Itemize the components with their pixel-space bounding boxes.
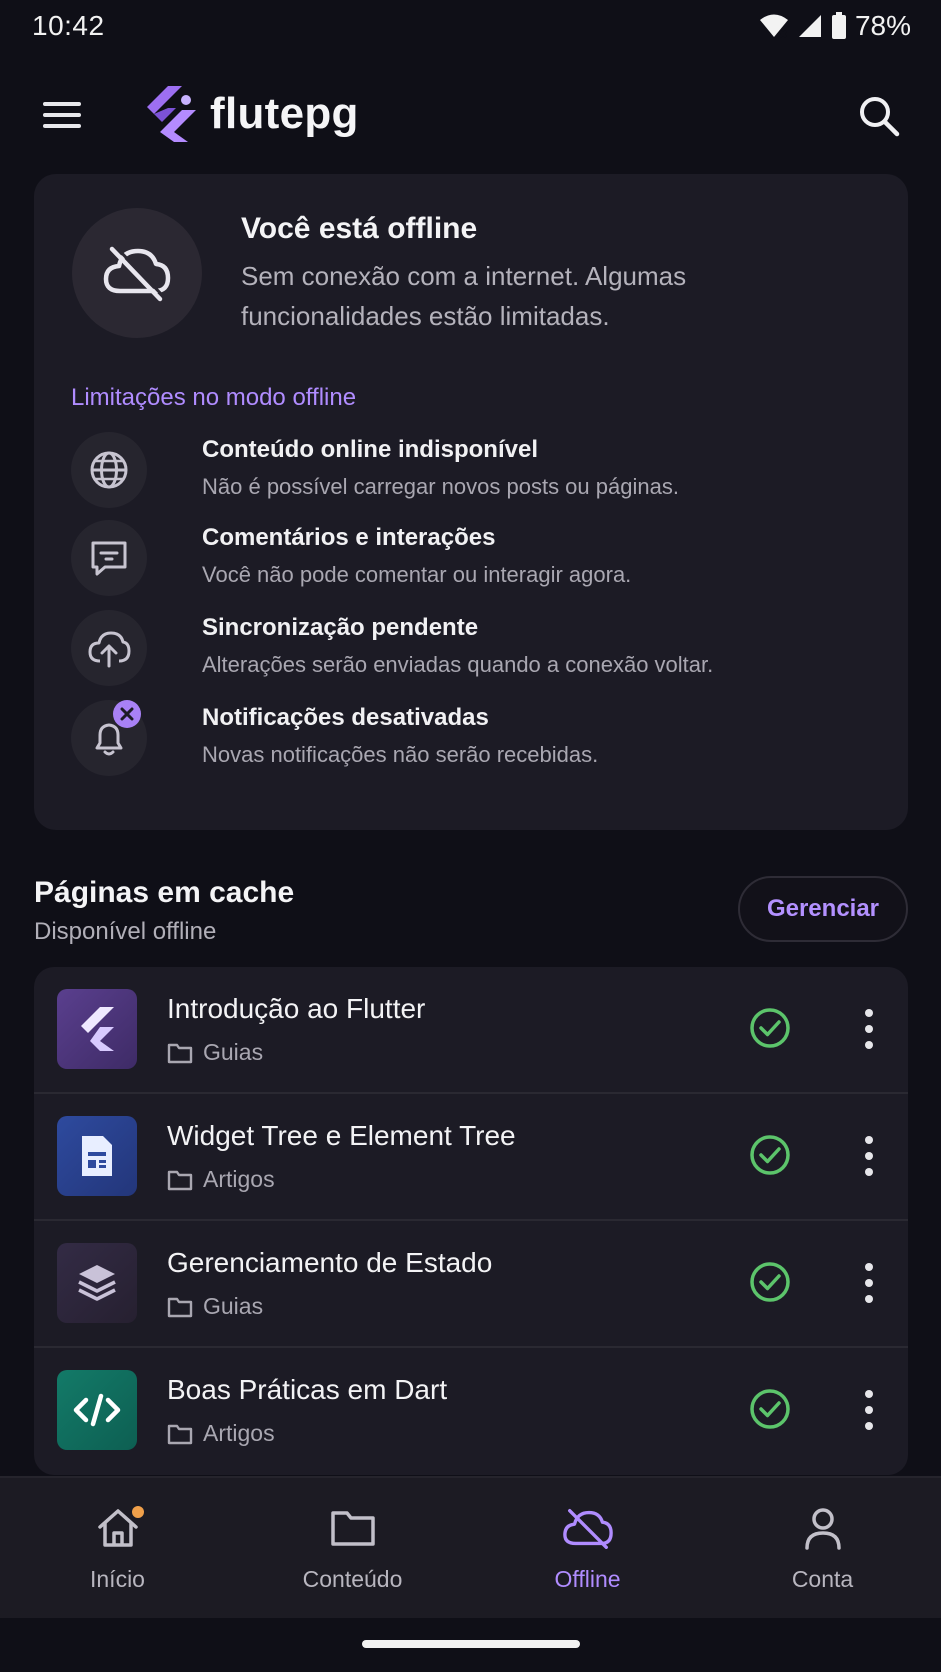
limit-description: Você não pode comentar ou interagir agor…: [202, 562, 632, 587]
page-thumbnail: [57, 1116, 137, 1196]
comment-icon: [91, 541, 127, 576]
offline-description: Sem conexão com a internet. Algumas func…: [241, 261, 687, 331]
bottom-navigation: Início Conteúdo Offline Conta: [0, 1476, 941, 1618]
cached-page-row[interactable]: Widget Tree e Element Tree Artigos: [34, 1094, 908, 1221]
page-title: Boas Práticas em Dart: [167, 1374, 448, 1405]
status-bar: 10:42 78%: [0, 0, 941, 52]
offline-title: Você está offline: [241, 212, 478, 245]
page-title: Gerenciamento de Estado: [167, 1247, 493, 1278]
nav-item-home[interactable]: Início: [0, 1478, 235, 1620]
check-circle-icon: [750, 1262, 790, 1302]
close-badge-icon: [113, 700, 141, 728]
cached-pages-list: Introdução ao Flutter Guias Widget Tree …: [34, 967, 908, 1475]
page-category-label: Guias: [203, 1293, 264, 1319]
folder-icon: [167, 1424, 193, 1444]
limit-icon-circle: [71, 520, 147, 596]
limit-icon-circle: [71, 432, 147, 508]
app-title: flutepg: [210, 89, 359, 138]
page-title: Introdução ao Flutter: [167, 993, 426, 1024]
cache-section-header: Páginas em cache Disponível offline Gere…: [34, 872, 908, 952]
offline-status-card: Você está offline Sem conexão com a inte…: [34, 174, 908, 830]
page-category-label: Artigos: [203, 1420, 275, 1446]
offline-icon-circle: [72, 208, 202, 338]
app-bar: flutepg: [0, 70, 941, 160]
limits-heading: Limitações no modo offline: [71, 384, 357, 411]
cache-title: Páginas em cache: [34, 876, 295, 909]
page-thumbnail: [57, 1243, 137, 1323]
cached-page-row[interactable]: Gerenciamento de Estado Guias: [34, 1221, 908, 1348]
page-title: Widget Tree e Element Tree: [167, 1120, 516, 1151]
wifi-icon: [759, 14, 788, 39]
search-button[interactable]: [853, 90, 905, 142]
nav-label: Início: [90, 1566, 145, 1592]
more-options-icon[interactable]: [854, 1132, 884, 1180]
page-category: Guias: [167, 1039, 263, 1066]
limit-title: Notificações desativadas: [202, 704, 489, 731]
limit-description: Novas notificações não serão recebidas.: [202, 742, 599, 767]
menu-icon: [43, 102, 81, 128]
limit-icon-circle: [71, 610, 147, 686]
code-icon: [73, 1393, 121, 1427]
page-thumbnail: [57, 1370, 137, 1450]
article-icon: [82, 1136, 112, 1176]
page-category-label: Guias: [203, 1039, 264, 1065]
check-circle-icon: [750, 1135, 790, 1175]
folder-icon: [167, 1170, 193, 1190]
limit-item-online-content: Conteúdo online indisponível Não é possí…: [71, 432, 871, 512]
cache-subtitle: Disponível offline: [34, 918, 217, 945]
status-icons: 78%: [759, 10, 911, 42]
battery-icon: [831, 12, 846, 39]
more-options-icon[interactable]: [854, 1386, 884, 1434]
cloud-upload-icon: [88, 631, 131, 668]
cached-page-row[interactable]: Introdução ao Flutter Guias: [34, 967, 908, 1094]
limit-title: Conteúdo online indisponível: [202, 436, 538, 463]
notification-dot: [132, 1506, 144, 1518]
gesture-handle[interactable]: [362, 1640, 580, 1648]
nav-item-offline[interactable]: Offline: [470, 1478, 705, 1620]
cloud-off-icon: [103, 245, 171, 302]
nav-label: Conteúdo: [302, 1566, 403, 1592]
folder-icon: [167, 1043, 193, 1063]
search-icon: [860, 97, 900, 137]
page-thumbnail: [57, 989, 137, 1069]
globe-icon: [90, 451, 128, 489]
person-icon: [797, 1504, 849, 1552]
limit-title: Sincronização pendente: [202, 614, 479, 641]
limit-item-sync: Sincronização pendente Alterações serão …: [71, 610, 871, 690]
limit-item-notifications: Notificações desativadas Novas notificaç…: [71, 700, 871, 780]
app-logo: [142, 84, 198, 144]
manage-button[interactable]: Gerenciar: [738, 876, 908, 942]
check-circle-icon: [750, 1389, 790, 1429]
nav-label: Offline: [554, 1566, 621, 1592]
page-category: Artigos: [167, 1420, 275, 1447]
nav-label: Conta: [791, 1566, 854, 1592]
page-category: Artigos: [167, 1166, 275, 1193]
battery-percent: 78%: [854, 10, 911, 41]
flutepg-logo-icon: [147, 86, 196, 142]
layers-icon: [78, 1265, 116, 1301]
more-options-icon[interactable]: [854, 1005, 884, 1053]
status-time: 10:42: [32, 10, 105, 41]
nav-item-content[interactable]: Conteúdo: [235, 1478, 470, 1620]
signal-icon: [798, 15, 821, 37]
folder-icon: [327, 1504, 379, 1552]
limit-item-comments: Comentários e interações Você não pode c…: [71, 520, 871, 600]
check-circle-icon: [750, 1008, 790, 1048]
more-options-icon[interactable]: [854, 1259, 884, 1307]
menu-button[interactable]: [38, 94, 86, 136]
page-category: Guias: [167, 1293, 263, 1320]
page-category-label: Artigos: [203, 1166, 275, 1192]
folder-icon: [167, 1297, 193, 1317]
cached-page-row[interactable]: Boas Práticas em Dart Artigos: [34, 1348, 908, 1475]
limit-description: Alterações serão enviadas quando a conex…: [202, 652, 714, 677]
flutter-icon: [81, 1007, 114, 1051]
limit-title: Comentários e interações: [202, 524, 496, 551]
nav-item-account[interactable]: Conta: [705, 1478, 940, 1620]
limit-description: Não é possível carregar novos posts ou p…: [202, 474, 679, 499]
cloud-off-icon: [562, 1504, 614, 1552]
